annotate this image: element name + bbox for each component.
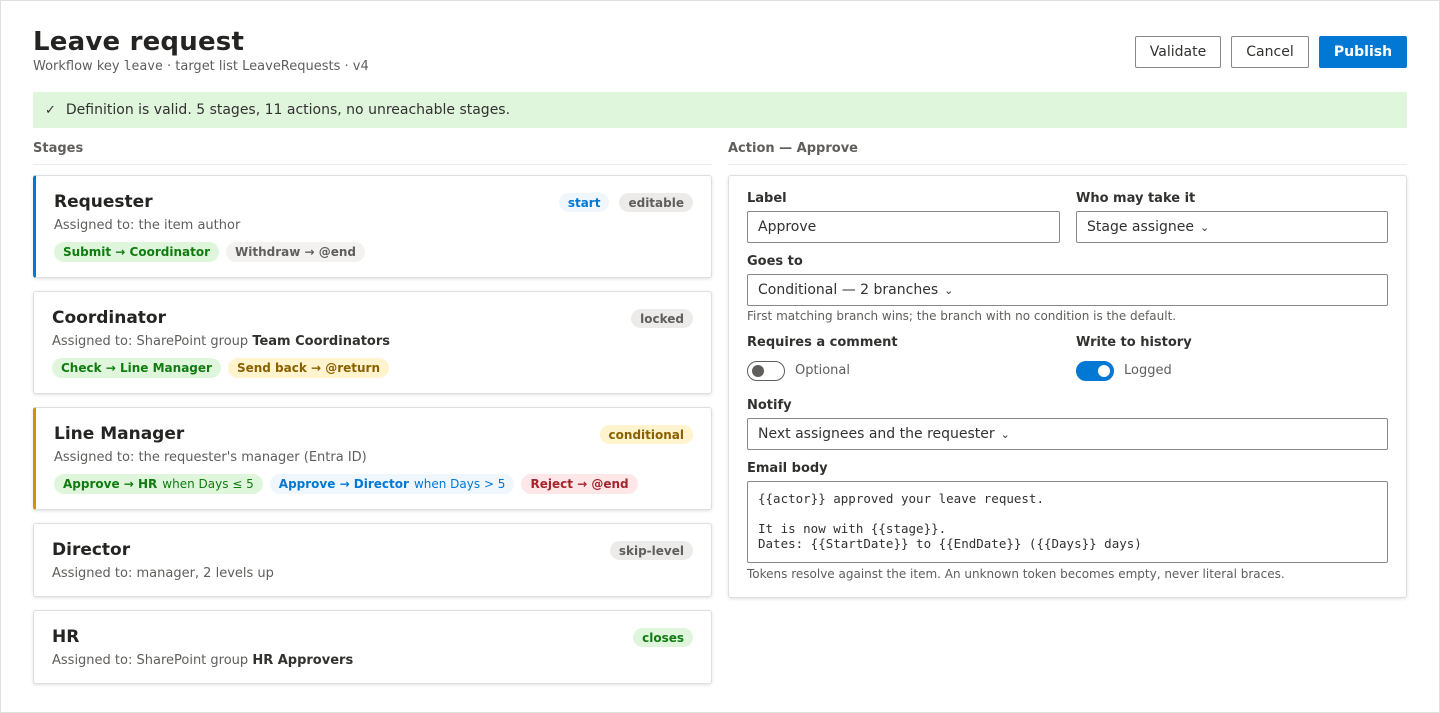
stage-badges: skip-level <box>609 541 693 560</box>
who-may-take-select[interactable]: Stage assignee ⌄ <box>1076 211 1388 243</box>
chevron-down-icon: ⌄ <box>1199 220 1210 234</box>
requires-comment-toggle[interactable] <box>747 361 785 381</box>
label-field-label: Label <box>747 191 787 206</box>
stage-actions: Submit → Coordinator Withdraw → @end <box>54 242 366 262</box>
stage-name: Requester <box>54 192 153 212</box>
action-chip-withdraw[interactable]: Withdraw → @end <box>226 242 366 262</box>
stage-badges: locked <box>631 309 693 328</box>
email-body-label: Email body <box>747 461 828 476</box>
subtitle-suffix: · target list LeaveRequests · v4 <box>162 59 369 74</box>
action-editor-panel: Label Approve Who may take it Stage assi… <box>728 175 1407 598</box>
notify-select[interactable]: Next assignees and the requester ⌄ <box>747 418 1388 450</box>
goes-to-hint: First matching branch wins; the branch w… <box>747 309 1177 323</box>
stage-actions: Check → Line Manager Send back → @return <box>52 358 390 378</box>
requires-comment-state: Optional <box>795 363 850 378</box>
stage-assignee: Assigned to: SharePoint group HR Approve… <box>52 653 354 668</box>
chevron-down-icon: ⌄ <box>944 283 954 297</box>
stage-badges: conditional <box>599 425 693 444</box>
stage-assignee: Assigned to: SharePoint group Team Coord… <box>52 334 391 349</box>
stage-assignee: Assigned to: the requester's manager (En… <box>54 450 367 465</box>
action-chip-approve-hr[interactable]: Approve → HR when Days ≤ 5 <box>54 474 263 494</box>
requires-comment-label: Requires a comment <box>747 335 898 350</box>
action-heading: Action — Approve <box>728 141 1407 165</box>
write-history-label: Write to history <box>1076 335 1192 350</box>
who-field-label: Who may take it <box>1076 191 1196 206</box>
stage-name: Line Manager <box>54 424 185 444</box>
badge-editable: editable <box>619 193 693 212</box>
publish-button[interactable]: Publish <box>1319 36 1407 68</box>
stage-badges: closes <box>633 628 693 647</box>
workflow-key: leave <box>123 59 163 74</box>
badge-skip-level: skip-level <box>609 541 693 560</box>
page-title: Leave request <box>33 27 245 57</box>
badge-closes: closes <box>633 628 693 647</box>
toggle-knob <box>752 365 764 377</box>
email-body-hint: Tokens resolve against the item. An unkn… <box>747 567 1285 581</box>
stage-card-requester[interactable]: Requester start editable Assigned to: th… <box>33 175 712 278</box>
chevron-down-icon: ⌄ <box>1000 427 1010 441</box>
notify-label: Notify <box>747 398 792 413</box>
email-body-textarea[interactable]: {{actor}} approved your leave request. I… <box>747 481 1388 563</box>
validation-banner: ✓ Definition is valid. 5 stages, 11 acti… <box>33 92 1407 128</box>
write-history-state: Logged <box>1124 363 1172 378</box>
action-chip-reject[interactable]: Reject → @end <box>521 474 638 494</box>
badge-conditional: conditional <box>599 425 693 444</box>
stage-assignee: Assigned to: manager, 2 levels up <box>52 566 274 581</box>
goes-to-select[interactable]: Conditional — 2 branches ⌄ <box>747 274 1388 306</box>
cancel-button[interactable]: Cancel <box>1231 36 1309 68</box>
stage-name: Coordinator <box>52 308 166 328</box>
validate-button[interactable]: Validate <box>1135 36 1221 68</box>
action-chip-send-back[interactable]: Send back → @return <box>227 358 390 378</box>
page-subtitle: Workflow key leave · target list LeaveRe… <box>33 59 369 74</box>
subtitle-prefix: Workflow key <box>33 59 124 74</box>
stage-card-line-manager[interactable]: Line Manager conditional Assigned to: th… <box>33 407 712 510</box>
badge-locked: locked <box>631 309 693 328</box>
stages-heading: Stages <box>33 141 712 165</box>
stage-name: Director <box>52 540 131 560</box>
stage-card-hr[interactable]: HR closes Assigned to: SharePoint group … <box>33 610 712 684</box>
action-chip-submit[interactable]: Submit → Coordinator <box>54 242 219 262</box>
badge-start: start <box>558 193 610 212</box>
stage-assignee: Assigned to: the item author <box>54 218 241 233</box>
action-chip-approve-director[interactable]: Approve → Director when Days > 5 <box>269 474 515 494</box>
stage-actions: Approve → HR when Days ≤ 5 Approve → Dire… <box>54 474 638 494</box>
checkmark-icon: ✓ <box>45 102 56 118</box>
stage-name: HR <box>52 627 80 647</box>
write-history-toggle[interactable] <box>1076 361 1114 381</box>
toggle-knob <box>1098 365 1110 377</box>
label-input[interactable]: Approve <box>747 211 1060 243</box>
stage-card-director[interactable]: Director skip-level Assigned to: manager… <box>33 523 712 597</box>
validation-message: Definition is valid. 5 stages, 11 action… <box>65 102 511 118</box>
stage-badges: start editable <box>558 193 693 212</box>
action-chip-check[interactable]: Check → Line Manager <box>52 358 221 378</box>
goes-to-label: Goes to <box>747 254 803 269</box>
stage-card-coordinator[interactable]: Coordinator locked Assigned to: SharePoi… <box>33 291 712 394</box>
